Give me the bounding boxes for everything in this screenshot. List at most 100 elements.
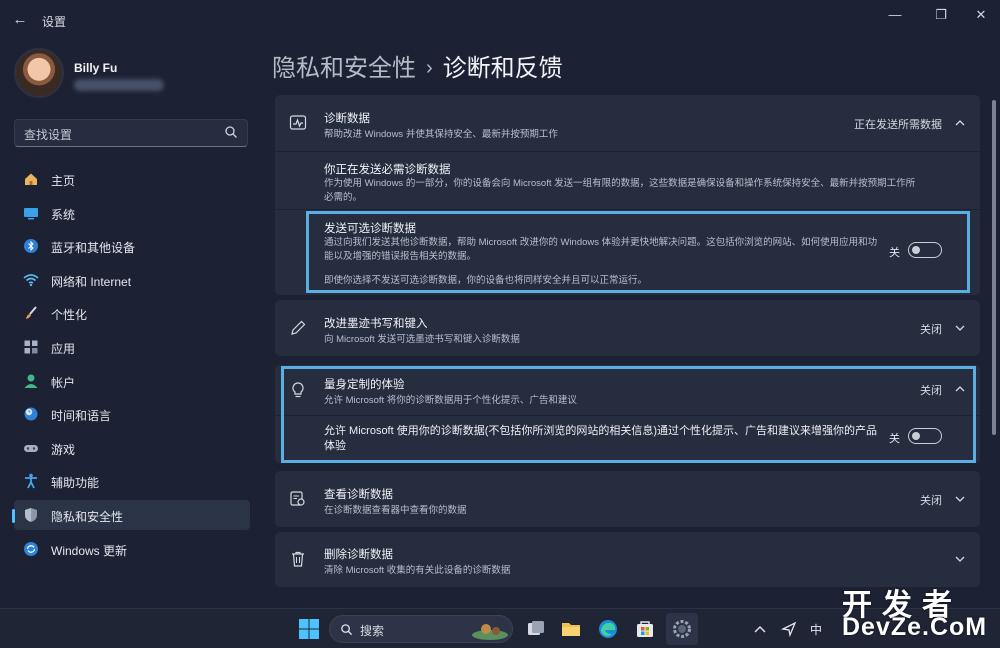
monitor-icon	[24, 207, 38, 220]
sidebar-item-accounts[interactable]: 帐户	[14, 366, 250, 396]
breadcrumb-parent[interactable]: 隐私和安全性	[272, 55, 416, 82]
optional-data-toggle-label: 关	[889, 247, 900, 259]
sidebar-item-label: 时间和语言	[51, 409, 112, 424]
sidebar-item-label: 帐户	[51, 375, 76, 390]
inking-typing-status: 关闭	[920, 324, 942, 336]
optional-data-note: 即使你选择不发送可选诊断数据，你的设备也将同样安全并且可以正常运行。	[324, 275, 648, 286]
active-indicator	[12, 508, 15, 523]
sidebar-item-privacy-security[interactable]: 隐私和安全性	[12, 499, 250, 530]
sidebar-item-gaming[interactable]: 游戏	[14, 433, 250, 463]
chevron-up-icon[interactable]	[752, 618, 768, 640]
site-watermark: 开发者 DevZe.CoM	[842, 580, 994, 646]
pen-icon	[291, 320, 306, 335]
clock-globe-icon	[24, 407, 38, 421]
sidebar-item-accessibility[interactable]: 辅助功能	[14, 466, 250, 496]
wifi-icon	[23, 273, 39, 286]
sidebar-item-label: 系统	[51, 207, 76, 222]
app-title: 设置	[42, 15, 67, 29]
diagnostic-data-status: 正在发送所需数据	[854, 119, 942, 131]
inking-typing-desc: 向 Microsoft 发送可选墨迹书写和键入诊断数据	[324, 334, 520, 345]
user-email-blurred	[74, 79, 164, 91]
input-method-indicator[interactable]: 中	[810, 621, 822, 638]
settings-gear-icon[interactable]	[671, 618, 693, 640]
search-placeholder: 查找设置	[24, 128, 73, 142]
tailored-experiences-status: 关闭	[920, 385, 942, 397]
optional-data-desc: 通过向我们发送其他诊断数据，帮助 Microsoft 改进你的 Windows …	[324, 237, 878, 262]
sidebar-item-label: Windows 更新	[51, 543, 128, 558]
sidebar-nav: 主页 系统 蓝牙和其他设备 网络和 Internet 个性化 应用 帐户 时间和…	[12, 164, 250, 567]
view-diagnostic-data-card[interactable]: 查看诊断数据 在诊断数据查看器中查看你的数据 关闭	[275, 471, 980, 527]
location-arrow-icon[interactable]	[780, 618, 798, 640]
required-data-title: 你正在发送必需诊断数据	[324, 164, 451, 176]
sidebar-item-time-language[interactable]: 时间和语言	[14, 399, 250, 429]
search-icon	[341, 624, 353, 636]
search-icon	[225, 126, 237, 138]
tailored-experiences-title: 量身定制的体验	[324, 379, 405, 391]
brush-icon	[26, 306, 37, 320]
search-highlight-illustration-icon	[472, 624, 508, 640]
store-icon[interactable]	[634, 618, 656, 640]
apps-icon	[24, 340, 38, 354]
windows-start-icon[interactable]	[298, 618, 320, 640]
chevron-down-icon[interactable]	[954, 322, 966, 334]
toggle-knob	[912, 431, 920, 440]
breadcrumb-separator: ›	[426, 57, 433, 79]
sidebar-item-apps[interactable]: 应用	[14, 332, 250, 362]
task-view-icon[interactable]	[525, 618, 547, 640]
file-explorer-icon[interactable]	[560, 618, 582, 640]
taskbar-search[interactable]: 搜索	[329, 615, 513, 643]
sidebar-item-label: 网络和 Internet	[51, 274, 132, 289]
sidebar-item-label: 辅助功能	[51, 476, 100, 491]
view-diagnostic-data-title: 查看诊断数据	[324, 489, 393, 501]
user-icon	[24, 374, 38, 388]
chevron-down-icon[interactable]	[954, 553, 966, 565]
lightbulb-icon	[292, 382, 304, 398]
back-arrow-icon[interactable]: ←	[10, 10, 30, 30]
accessibility-icon	[25, 474, 37, 489]
diagnostic-data-card: 诊断数据 帮助改进 Windows 并使其保持安全、最新并按预期工作 正在发送所…	[275, 95, 980, 295]
sidebar-item-personalization[interactable]: 个性化	[14, 298, 250, 328]
inking-typing-card[interactable]: 改进墨迹书写和键入 向 Microsoft 发送可选墨迹书写和键入诊断数据 关闭	[275, 300, 980, 356]
tailored-experiences-toggle[interactable]	[908, 428, 942, 444]
watermark-line-2: DevZe.CoM	[842, 613, 988, 641]
user-profile[interactable]: Billy Fu	[14, 48, 254, 102]
chevron-down-icon[interactable]	[954, 493, 966, 505]
diagnostic-data-header[interactable]: 诊断数据 帮助改进 Windows 并使其保持安全、最新并按预期工作 正在发送所…	[275, 95, 980, 151]
sidebar-item-label: 个性化	[51, 308, 88, 323]
chevron-up-icon[interactable]	[954, 383, 966, 395]
optional-data-title: 发送可选诊断数据	[324, 223, 416, 235]
edge-browser-icon[interactable]	[597, 618, 619, 640]
required-data-desc: 作为使用 Windows 的一部分，你的设备会向 Microsoft 发送一组有…	[324, 178, 916, 203]
chevron-up-icon[interactable]	[954, 117, 966, 129]
maximize-button[interactable]: ❐	[926, 6, 956, 26]
tailored-experiences-desc: 允许 Microsoft 将你的诊断数据用于个性化提示、广告和建议	[324, 395, 577, 406]
shield-icon	[25, 507, 37, 522]
sidebar-item-system[interactable]: 系统	[14, 198, 250, 228]
required-data-row: 你正在发送必需诊断数据 作为使用 Windows 的一部分，你的设备会向 Mic…	[275, 152, 980, 209]
trash-icon	[292, 551, 304, 567]
update-icon	[24, 541, 38, 556]
breadcrumb: 隐私和安全性 › 诊断和反馈	[272, 48, 563, 82]
minimize-button[interactable]: —	[880, 6, 910, 26]
sidebar-item-bluetooth[interactable]: 蓝牙和其他设备	[14, 231, 250, 261]
sidebar-item-windows-update[interactable]: Windows 更新	[14, 534, 250, 564]
document-search-icon	[290, 491, 305, 506]
delete-diagnostic-data-card[interactable]: 删除诊断数据 清除 Microsoft 收集的有关此设备的诊断数据	[275, 532, 980, 587]
tailored-toggle-label: 关	[889, 433, 900, 445]
gamepad-icon	[24, 444, 38, 452]
diagnostic-data-desc: 帮助改进 Windows 并使其保持安全、最新并按预期工作	[324, 129, 558, 140]
search-input[interactable]: 查找设置	[14, 119, 248, 147]
taskbar-search-text: 搜索	[360, 624, 385, 638]
toggle-knob	[912, 245, 920, 254]
sidebar-item-home[interactable]: 主页	[14, 164, 250, 194]
sidebar-item-network[interactable]: 网络和 Internet	[14, 265, 250, 295]
home-icon	[25, 173, 37, 185]
close-button[interactable]: ✕	[966, 6, 996, 26]
delete-diagnostic-data-title: 删除诊断数据	[324, 549, 393, 561]
scrollbar[interactable]	[992, 100, 996, 435]
page-title: 诊断和反馈	[442, 55, 563, 82]
optional-data-toggle[interactable]	[908, 242, 942, 258]
view-diagnostic-data-desc: 在诊断数据查看器中查看你的数据	[324, 505, 467, 516]
diagnostic-data-title: 诊断数据	[324, 113, 370, 125]
tailored-experiences-header[interactable]: 量身定制的体验 允许 Microsoft 将你的诊断数据用于个性化提示、广告和建…	[275, 365, 980, 415]
